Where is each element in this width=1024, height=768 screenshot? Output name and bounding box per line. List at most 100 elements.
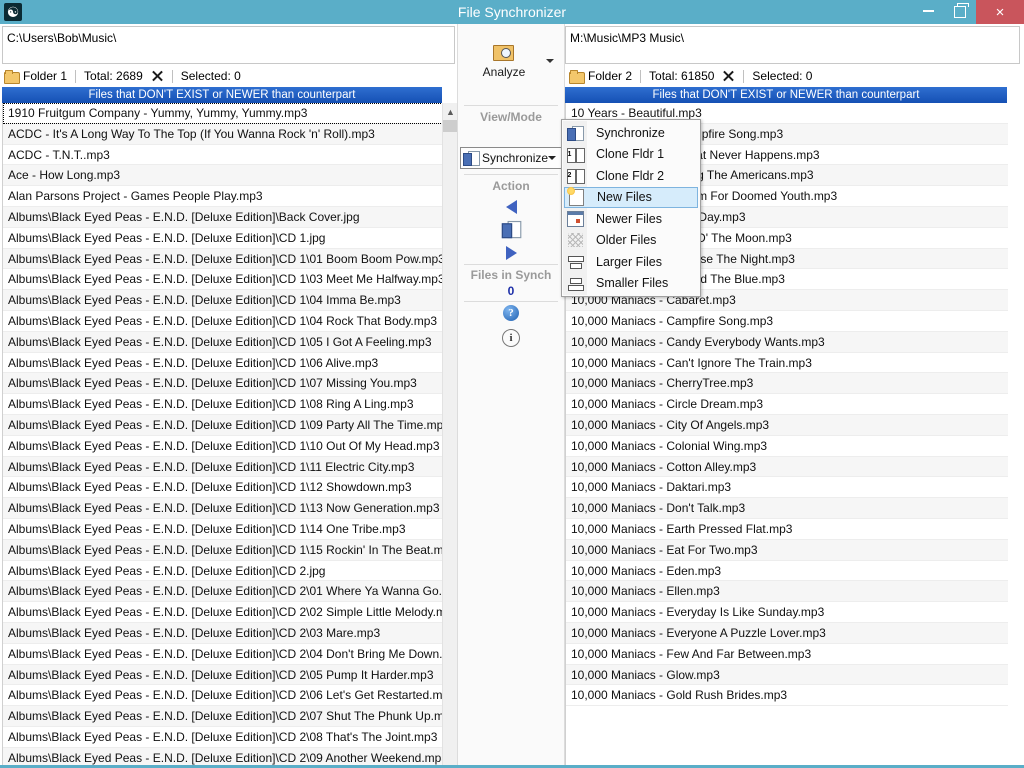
list-item[interactable]: Albums\Black Eyed Peas - E.N.D. [Deluxe … (3, 248, 443, 270)
list-item[interactable]: Albums\Black Eyed Peas - E.N.D. [Deluxe … (3, 685, 443, 707)
list-item[interactable]: 10,000 Maniacs - Everyday Is Like Sunday… (566, 602, 1008, 623)
list-item[interactable]: Albums\Black Eyed Peas - E.N.D. [Deluxe … (3, 228, 443, 249)
list-item[interactable]: 10,000 Maniacs - Cotton Alley.mp3 (566, 456, 1008, 478)
list-item[interactable]: Albums\Black Eyed Peas - E.N.D. [Deluxe … (3, 414, 443, 436)
list-item[interactable]: Albums\Black Eyed Peas - E.N.D. [Deluxe … (3, 727, 443, 748)
chevron-down-icon[interactable] (548, 156, 556, 160)
list-item[interactable]: Albums\Black Eyed Peas - E.N.D. [Deluxe … (3, 622, 443, 644)
viewmode-combobox[interactable]: Synchronize (460, 147, 562, 169)
folder1-file-list[interactable]: 1910 Fruitgum Company - Yummy, Yummy, Yu… (2, 103, 443, 768)
list-item[interactable]: Albums\Black Eyed Peas - E.N.D. [Deluxe … (3, 436, 443, 457)
list-item[interactable]: Albums\Black Eyed Peas - E.N.D. [Deluxe … (3, 331, 443, 353)
scrollbar-thumb[interactable] (443, 120, 458, 132)
folder1-toolbar: Folder 1 Total: 2689 Selected: 0 (4, 65, 241, 87)
list-item[interactable]: 10,000 Maniacs - Don't Talk.mp3 (566, 498, 1008, 519)
list-item[interactable]: 10,000 Maniacs - Candy Everybody Wants.m… (566, 331, 1008, 353)
list-item[interactable]: Albums\Black Eyed Peas - E.N.D. [Deluxe … (3, 581, 443, 603)
viewmode-dropdown-menu[interactable]: Synchronize 1 1 Clone Fldr 1 2 2 Clone Fldr 2 N… (561, 119, 701, 297)
folder1-selected: Selected: 0 (180, 69, 241, 83)
minimize-button[interactable] (912, 0, 944, 24)
list-item[interactable]: 10,000 Maniacs - Circle Dream.mp3 (566, 394, 1008, 415)
list-item[interactable]: 10,000 Maniacs - Everyone A Puzzle Lover… (566, 622, 1008, 644)
x-clear-icon[interactable] (150, 69, 164, 83)
folder2-total: Total: 61850 (649, 69, 715, 83)
folder1-scrollbar[interactable]: ▲ ▼ (442, 103, 458, 768)
list-item[interactable]: 10,000 Maniacs - CherryTree.mp3 (566, 373, 1008, 395)
menu-item-label: Synchronize (596, 125, 665, 140)
list-item[interactable]: Albums\Black Eyed Peas - E.N.D. [Deluxe … (3, 290, 443, 311)
folder1-label[interactable]: Folder 1 (23, 69, 67, 83)
list-item[interactable]: Alan Parsons Project - Games People Play… (3, 186, 443, 207)
list-item[interactable]: 10,000 Maniacs - Campfire Song.mp3 (566, 311, 1008, 332)
list-item[interactable]: Albums\Black Eyed Peas - E.N.D. [Deluxe … (3, 373, 443, 395)
menu-item-smaller-files[interactable]: Smaller Files (562, 273, 700, 295)
menu-item-older-files[interactable]: Older Files (562, 230, 700, 252)
action-synchronize-button[interactable] (458, 220, 564, 239)
title-bar[interactable]: ☯ File Synchronizer × (0, 0, 1024, 24)
synchronize-icon (463, 151, 480, 166)
folder-search-icon (492, 42, 516, 62)
list-item[interactable]: Albums\Black Eyed Peas - E.N.D. [Deluxe … (3, 561, 443, 582)
analyze-button[interactable]: Analyze (466, 32, 542, 88)
new-files-icon (565, 186, 587, 206)
analyze-dropdown-caret-icon[interactable] (546, 59, 554, 63)
list-item[interactable]: Albums\Black Eyed Peas - E.N.D. [Deluxe … (3, 664, 443, 686)
menu-item-new-files[interactable]: New Files (564, 186, 698, 208)
menu-item-clone-fldr-1[interactable]: 1 1 Clone Fldr 1 (562, 144, 700, 166)
list-item[interactable]: 10,000 Maniacs - City Of Angels.mp3 (566, 414, 1008, 436)
list-item[interactable]: 10,000 Maniacs - Gold Rush Brides.mp3 (566, 685, 1008, 707)
list-item[interactable]: ACDC - It's A Long Way To The Top (If Yo… (3, 123, 443, 145)
menu-item-larger-files[interactable]: Larger Files (562, 251, 700, 273)
list-item[interactable]: 10,000 Maniacs - Daktari.mp3 (566, 477, 1008, 499)
menu-item-label: Newer Files (596, 211, 662, 226)
synchronize-icon (564, 124, 586, 141)
list-item[interactable]: Albums\Black Eyed Peas - E.N.D. [Deluxe … (3, 394, 443, 415)
list-item[interactable]: 10,000 Maniacs - Colonial Wing.mp3 (566, 436, 1008, 457)
list-item[interactable]: Ace - How Long.mp3 (3, 165, 443, 187)
action-copy-right-button[interactable] (458, 246, 564, 260)
folder2-label[interactable]: Folder 2 (588, 69, 632, 83)
list-item[interactable]: Albums\Black Eyed Peas - E.N.D. [Deluxe … (3, 602, 443, 623)
list-item[interactable]: 10,000 Maniacs - Eat For Two.mp3 (566, 539, 1008, 561)
list-item[interactable]: Albums\Black Eyed Peas - E.N.D. [Deluxe … (3, 311, 443, 332)
larger-files-icon (564, 253, 586, 270)
clone-folder-2-icon: 22 (564, 167, 586, 185)
list-item[interactable]: 10,000 Maniacs - Earth Pressed Flat.mp3 (566, 519, 1008, 540)
list-item[interactable]: 10,000 Maniacs - Few And Far Between.mp3 (566, 644, 1008, 665)
synchronize-icon (501, 220, 522, 239)
maximize-button[interactable] (944, 0, 976, 24)
menu-item-label: Clone Fldr 2 (596, 168, 665, 183)
list-item[interactable]: Albums\Black Eyed Peas - E.N.D. [Deluxe … (3, 519, 443, 540)
folder2-path-input[interactable]: M:\Music\MP3 Music\ (565, 26, 1020, 64)
list-item[interactable]: Albums\Black Eyed Peas - E.N.D. [Deluxe … (3, 539, 443, 561)
help-button[interactable]: ? (458, 305, 564, 321)
divider (743, 69, 745, 83)
info-button[interactable]: i (458, 329, 564, 347)
scroll-up-icon[interactable]: ▲ (443, 103, 458, 120)
list-item[interactable]: ACDC - T.N.T..mp3 (3, 145, 443, 166)
folder1-path-input[interactable]: C:\Users\Bob\Music\ (2, 26, 455, 64)
menu-item-newer-files[interactable]: Newer Files (562, 208, 700, 230)
list-item[interactable]: Albums\Black Eyed Peas - E.N.D. [Deluxe … (3, 706, 443, 727)
list-item[interactable]: Albums\Black Eyed Peas - E.N.D. [Deluxe … (3, 644, 443, 665)
action-copy-left-button[interactable] (458, 200, 564, 214)
menu-item-clone-fldr-2[interactable]: 2 2 Clone Fldr 2 (562, 165, 700, 187)
list-item[interactable]: Albums\Black Eyed Peas - E.N.D. [Deluxe … (3, 206, 443, 228)
menu-item-label: Clone Fldr 1 (596, 147, 665, 162)
menu-item-synchronize[interactable]: Synchronize (562, 122, 700, 144)
list-item[interactable]: 10,000 Maniacs - Eden.mp3 (566, 561, 1008, 582)
list-item[interactable]: 10,000 Maniacs - Glow.mp3 (566, 664, 1008, 686)
action-label: Action (492, 179, 530, 193)
list-item[interactable]: Albums\Black Eyed Peas - E.N.D. [Deluxe … (3, 353, 443, 374)
list-item[interactable]: 10,000 Maniacs - Ellen.mp3 (566, 581, 1008, 603)
list-item[interactable]: Albums\Black Eyed Peas - E.N.D. [Deluxe … (3, 498, 443, 519)
folder1-total: Total: 2689 (84, 69, 143, 83)
list-item[interactable]: Albums\Black Eyed Peas - E.N.D. [Deluxe … (3, 456, 443, 478)
list-item[interactable]: 1910 Fruitgum Company - Yummy, Yummy, Yu… (3, 103, 443, 124)
list-item[interactable]: Albums\Black Eyed Peas - E.N.D. [Deluxe … (3, 477, 443, 499)
list-item[interactable]: Albums\Black Eyed Peas - E.N.D. [Deluxe … (3, 269, 443, 291)
menu-item-label: Larger Files (596, 254, 662, 269)
x-clear-icon[interactable] (721, 69, 735, 83)
close-button[interactable]: × (976, 0, 1024, 24)
list-item[interactable]: 10,000 Maniacs - Can't Ignore The Train.… (566, 353, 1008, 374)
